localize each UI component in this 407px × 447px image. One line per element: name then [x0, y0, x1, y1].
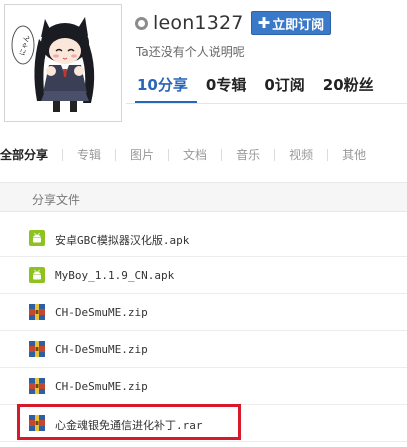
stat-albums-count: 0 [205, 76, 217, 94]
tab-divider [168, 148, 170, 161]
stat-subscriptions[interactable]: 0订阅 [264, 74, 304, 95]
file-list-header-label: 分享文件 [32, 193, 81, 207]
tab-divider [62, 148, 64, 161]
subscribe-button[interactable]: ✚ 立即订阅 [250, 11, 332, 35]
anime-avatar-image: にゃん [9, 9, 117, 117]
file-row[interactable]: CH-DeSmuME.zip [0, 294, 407, 331]
tab-music[interactable]: 音乐 [236, 146, 260, 163]
file-name[interactable]: CH-DeSmuME.zip [55, 380, 148, 393]
archive-icon [29, 304, 45, 320]
tab-all-shares[interactable]: 全部分享 [0, 146, 48, 163]
tab-divider [274, 148, 276, 161]
tab-video[interactable]: 视频 [289, 146, 313, 163]
stat-albums-label: 专辑 [216, 76, 247, 94]
archive-icon [29, 378, 45, 394]
file-name[interactable]: CH-DeSmuME.zip [55, 343, 148, 356]
username-row: leon1327 ✚ 立即订阅 [135, 10, 332, 36]
stat-subscriptions-count: 0 [264, 76, 275, 94]
tab-documents[interactable]: 文档 [183, 146, 207, 163]
tab-divider [221, 148, 223, 161]
tab-albums[interactable]: 专辑 [77, 146, 101, 163]
tab-divider [327, 148, 329, 161]
stat-followers-count: 20 [322, 76, 344, 94]
tab-images[interactable]: 图片 [130, 146, 154, 163]
archive-icon [29, 341, 45, 357]
subscribe-label: 立即订阅 [272, 17, 325, 33]
header-divider [126, 103, 407, 104]
android-apk-icon [29, 230, 45, 246]
file-name[interactable]: CH-DeSmuME.zip [55, 306, 148, 319]
file-name[interactable]: MyBoy_1.1.9_CN.apk [55, 269, 174, 282]
plus-icon: ✚ [257, 14, 271, 32]
stat-followers[interactable]: 20粉丝 [323, 74, 374, 95]
user-bio: Ta还没有个人说明呢 [136, 45, 245, 59]
gender-icon [135, 16, 148, 30]
avatar[interactable]: にゃん [4, 4, 122, 122]
stat-albums[interactable]: 0专辑 [206, 74, 246, 95]
file-row[interactable]: MyBoy_1.1.9_CN.apk [0, 257, 407, 294]
file-name[interactable]: 安卓GBC模拟器汉化版.apk [55, 232, 189, 248]
file-row[interactable]: CH-DeSmuME.zip [0, 331, 407, 368]
username[interactable]: leon1327 [153, 12, 244, 34]
stat-followers-label: 粉丝 [343, 76, 374, 94]
file-row[interactable]: CH-DeSmuME.zip [0, 368, 407, 405]
category-tabs: 全部分享 专辑 图片 文档 音乐 视频 其他 [0, 146, 366, 163]
file-row[interactable]: 安卓GBC模拟器汉化版.apk [0, 220, 407, 257]
stat-shares-count: 10 [137, 76, 158, 94]
stat-subscriptions-label: 订阅 [274, 76, 305, 94]
stat-shares[interactable]: 10分享 [137, 74, 188, 95]
file-list-header: 分享文件 [0, 182, 407, 212]
profile-stats: 10分享 0专辑 0订阅 20粉丝 [137, 74, 392, 95]
stat-shares-label: 分享 [157, 76, 188, 94]
tab-other[interactable]: 其他 [342, 146, 366, 163]
highlight-annotation-box [17, 404, 241, 440]
tab-divider [115, 148, 117, 161]
android-apk-icon [29, 267, 45, 283]
